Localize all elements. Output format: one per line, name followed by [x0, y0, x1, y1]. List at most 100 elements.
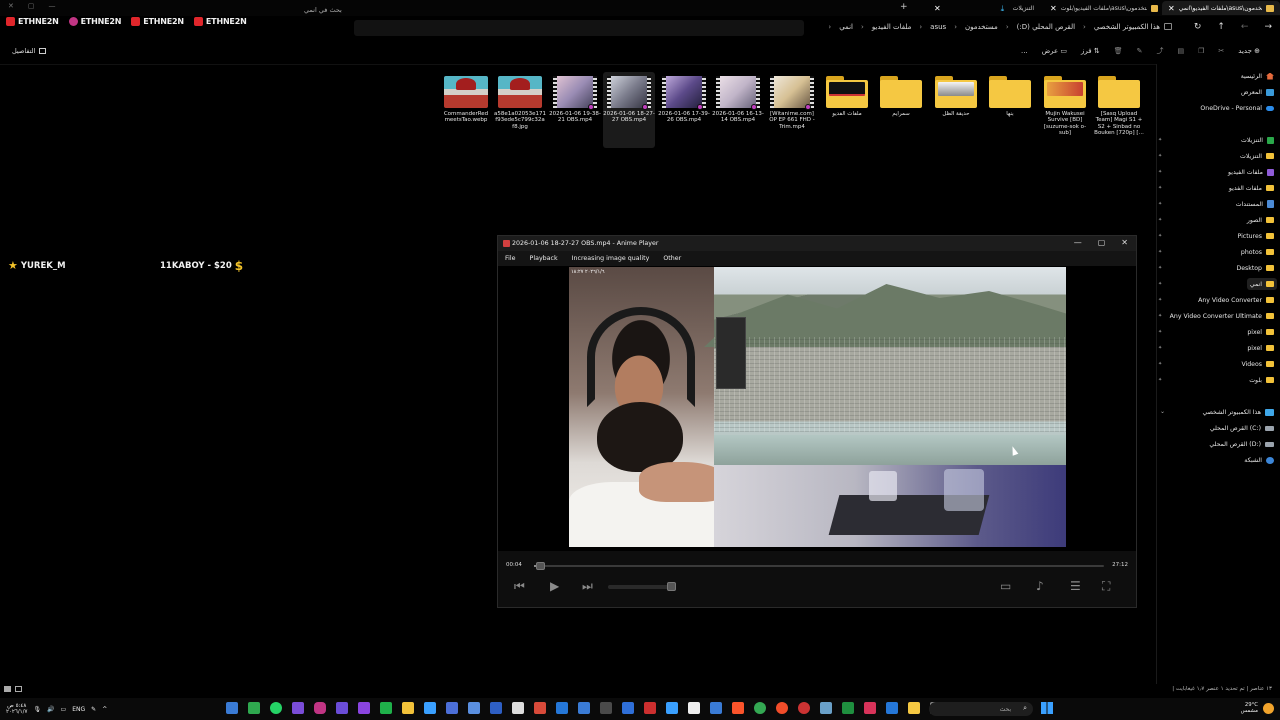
excel-icon[interactable]	[842, 702, 854, 714]
app-icon[interactable]	[248, 702, 260, 714]
details-view-icon[interactable]	[15, 686, 22, 692]
menu-other[interactable]: Other	[663, 255, 681, 262]
pin-icon[interactable]: ✦	[1158, 169, 1162, 175]
taskbar-search[interactable]: بحث ⌕	[929, 702, 1033, 716]
pin-icon[interactable]: ✦	[1158, 313, 1162, 319]
file-item-selected[interactable]: 2026-01-06 18-27-27 OBS.mp4	[603, 72, 655, 148]
chrome-icon[interactable]	[754, 702, 766, 714]
file-item[interactable]: 2026-01-06 16-13-14 OBS.mp4	[712, 72, 764, 148]
weather-widget[interactable]: 29°C مشمس	[1241, 702, 1258, 714]
pin-icon[interactable]: ✦	[1158, 201, 1162, 207]
folder-item[interactable]: سمرايم	[875, 72, 927, 148]
maximize-icon[interactable]: ▢	[1098, 238, 1106, 247]
breadcrumb-item[interactable]: مستخدمون	[965, 23, 998, 31]
tiles-view-icon[interactable]	[4, 686, 11, 692]
app-icon[interactable]	[688, 702, 700, 714]
share-icon[interactable]: ⤴	[1157, 46, 1164, 56]
up-arrow-icon[interactable]: ↑	[1217, 22, 1225, 32]
folder-item[interactable]: ملفات الفديو	[821, 72, 873, 148]
video-frame[interactable]: ٢٠٢٦/١/٦ ١٨:٢٧	[569, 267, 1066, 547]
sidebar-item[interactable]: Videos	[1241, 358, 1274, 370]
pen-icon[interactable]: ✎	[91, 706, 96, 713]
pin-icon[interactable]: ✦	[1158, 233, 1162, 239]
tray-overflow-icon[interactable]: ^	[102, 706, 107, 713]
file-explorer-icon[interactable]	[908, 702, 920, 714]
app-icon[interactable]	[644, 702, 656, 714]
breadcrumb-item[interactable]: القرص المحلي (D:)	[1017, 23, 1075, 31]
sidebar-item[interactable]: انمي	[1246, 278, 1277, 290]
expand-chevron-icon[interactable]: ‹	[1266, 424, 1268, 431]
sidebar-item[interactable]: Any Video Converter	[1198, 294, 1274, 306]
sidebar-item[interactable]: pixel	[1247, 326, 1274, 338]
rename-icon[interactable]: ✎	[1137, 47, 1143, 55]
app-icon[interactable]	[314, 702, 326, 714]
sidebar-item[interactable]: التنزيلات	[1241, 134, 1274, 146]
folder-item[interactable]: بنها	[984, 72, 1036, 148]
playlist-icon[interactable]: ☰	[1070, 579, 1081, 593]
sidebar-item[interactable]: الشبكة	[1244, 454, 1274, 466]
breadcrumb-item[interactable]: هذا الكمبيوتر الشخصي	[1094, 23, 1160, 31]
new-button[interactable]: جديد ⊕	[1238, 47, 1260, 55]
restore-icon[interactable]: ▢	[28, 2, 35, 10]
app-icon[interactable]	[534, 702, 546, 714]
app-icon[interactable]	[864, 702, 876, 714]
sidebar-item[interactable]: القرص المحلي (C:)	[1210, 422, 1274, 434]
app-icon[interactable]	[886, 702, 898, 714]
sidebar-item[interactable]: هذا الكمبيوتر الشخصي	[1203, 406, 1274, 418]
pin-icon[interactable]: ✦	[1158, 377, 1162, 383]
fullscreen-icon[interactable]: ⛶	[1102, 579, 1110, 594]
view-button[interactable]: عرض ▭	[1042, 47, 1067, 55]
tab-close-icon[interactable]: ✕	[1050, 4, 1057, 13]
copy-icon[interactable]: ❐	[1198, 47, 1204, 55]
audio-track-icon[interactable]: ♪	[1036, 579, 1044, 593]
menu-file[interactable]: File	[505, 255, 516, 262]
app-icon[interactable]	[622, 702, 634, 714]
sidebar-item[interactable]: الصور	[1247, 214, 1274, 226]
sidebar-item[interactable]: ملفات الفيديو	[1228, 166, 1274, 178]
network-icon[interactable]: ▭	[61, 706, 67, 713]
sidebar-item[interactable]: Any Video Converter Ultimate	[1170, 310, 1274, 322]
app-icon[interactable]	[226, 702, 238, 714]
pin-icon[interactable]: ✦	[1158, 265, 1162, 271]
firefox-icon[interactable]	[776, 702, 788, 714]
expand-chevron-icon[interactable]: ‹	[1266, 440, 1268, 447]
app-icon[interactable]	[380, 702, 392, 714]
delete-icon[interactable]: 🗑	[1114, 47, 1123, 55]
app-icon[interactable]	[490, 702, 502, 714]
brave-icon[interactable]	[732, 702, 744, 714]
forward-arrow-icon[interactable]: ←	[1241, 22, 1249, 32]
file-item[interactable]: a58e1a02053e171 f93ede5c799c32a f8.jpg	[494, 72, 546, 148]
app-icon[interactable]	[578, 702, 590, 714]
pin-icon[interactable]: ✦	[1158, 185, 1162, 191]
refresh-icon[interactable]: ↻	[1194, 22, 1202, 32]
seek-bar[interactable]	[534, 562, 1104, 570]
app-icon[interactable]	[292, 702, 304, 714]
pin-icon[interactable]: ✦	[1158, 137, 1162, 143]
search-input[interactable]	[354, 20, 804, 36]
sidebar-item[interactable]: القرص المحلي (D:)	[1209, 438, 1274, 450]
app-icon[interactable]	[710, 702, 722, 714]
sidebar-item[interactable]: pixel	[1247, 342, 1274, 354]
next-icon[interactable]: ⏭	[582, 579, 593, 594]
sort-button[interactable]: فرز ⇅	[1081, 47, 1100, 55]
sidebar-item[interactable]: Desktop	[1236, 262, 1274, 274]
app-icon[interactable]	[468, 702, 480, 714]
previous-icon[interactable]: ⏮	[514, 579, 525, 594]
app-icon[interactable]	[512, 702, 524, 714]
breadcrumb-item[interactable]: انمي	[839, 23, 853, 31]
breadcrumb-item[interactable]: asus	[930, 23, 946, 31]
file-item[interactable]: 2026-01-06 19-38-21 OBS.mp4	[549, 72, 601, 148]
sidebar-item[interactable]: المعرض	[1241, 86, 1274, 98]
pin-icon[interactable]: ✦	[1158, 361, 1162, 367]
tab-close-icon[interactable]: ✕	[1168, 4, 1175, 13]
folder-item[interactable]: [Sasq Upload Team] Magi S1 + S2 + Sinbad…	[1093, 72, 1145, 148]
volume-slider[interactable]	[608, 585, 676, 589]
more-options-button[interactable]: ...	[1021, 47, 1028, 55]
tab-downloads[interactable]: ✕ ⤓ التنزيلات	[928, 1, 1040, 15]
windows-start-icon[interactable]	[1041, 702, 1053, 714]
tab-close-icon[interactable]: ✕	[934, 4, 941, 13]
folder-item[interactable]: حديقة الظل	[930, 72, 982, 148]
folder-item[interactable]: Mujin Wakusei Survive [BD][suzume-sok o-…	[1039, 72, 1091, 148]
play-icon[interactable]: ▶	[550, 579, 559, 593]
sidebar-item[interactable]: التنزيلات	[1240, 150, 1274, 162]
